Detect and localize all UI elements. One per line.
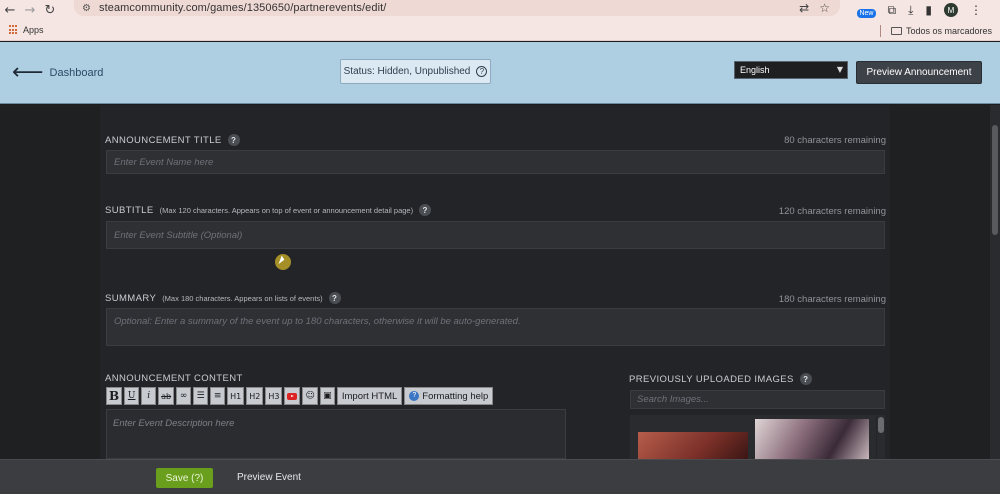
- action-footer: Save (?) Preview Event: [0, 459, 1000, 494]
- url-text[interactable]: steamcommunity.com/games/1350650/partner…: [99, 2, 386, 14]
- title-label: ANNOUNCEMENT TITLE ?: [105, 134, 240, 146]
- underline-button[interactable]: U: [124, 387, 140, 405]
- preview-event-button[interactable]: Preview Event: [237, 472, 301, 483]
- heading1-button[interactable]: H1: [227, 387, 245, 405]
- numbered-list-button[interactable]: ≡: [210, 387, 226, 405]
- strikethrough-button[interactable]: ab: [158, 387, 175, 405]
- italic-button[interactable]: i: [141, 387, 157, 405]
- title-label-text: ANNOUNCEMENT TITLE: [105, 134, 222, 146]
- status-badge: Status: Hidden, Unpublished ?: [340, 59, 491, 84]
- back-arrow-icon[interactable]: ←: [0, 1, 20, 19]
- content-label-text: ANNOUNCEMENT CONTENT: [105, 373, 243, 384]
- bookmark-star-icon[interactable]: ☆: [819, 1, 830, 15]
- side-panel-icon[interactable]: ▮: [925, 3, 932, 17]
- page-scrollbar[interactable]: [990, 105, 1000, 459]
- images-label: PREVIOUSLY UPLOADED IMAGES ?: [629, 373, 812, 385]
- title-remaining: 80 characters remaining: [784, 135, 886, 146]
- title-input[interactable]: Enter Event Name here: [106, 150, 885, 174]
- summary-note: (Max 180 characters. Appears on lists of…: [162, 293, 323, 303]
- emoticon-button[interactable]: ☺: [302, 387, 318, 405]
- browser-menu-icon[interactable]: ⋮: [970, 3, 982, 17]
- image-button[interactable]: ▣: [319, 387, 335, 405]
- images-scrollbar[interactable]: [877, 415, 885, 459]
- subtitle-remaining: 120 characters remaining: [778, 206, 886, 217]
- profile-avatar[interactable]: M: [944, 3, 958, 17]
- apps-grid-icon[interactable]: [9, 25, 19, 35]
- site-info-icon[interactable]: ⚙: [82, 3, 91, 14]
- link-button[interactable]: ∞: [176, 387, 192, 405]
- status-help-icon[interactable]: ?: [476, 66, 488, 77]
- bullet-list-button[interactable]: ☰: [193, 387, 209, 405]
- browser-actions: New ⧉ ⤓ ▮ M ⋮: [857, 0, 1000, 20]
- download-icon[interactable]: ⤓: [908, 3, 913, 18]
- images-help-icon[interactable]: ?: [799, 373, 812, 385]
- bookmark-separator: [879, 24, 881, 37]
- bold-button[interactable]: B: [106, 387, 123, 405]
- formatting-help-button[interactable]: ? Formatting help: [404, 387, 494, 405]
- youtube-icon: [287, 392, 298, 400]
- address-bar[interactable]: ⚙ steamcommunity.com/games/1350650/partn…: [74, 0, 840, 16]
- reload-icon[interactable]: ↻: [40, 1, 60, 19]
- image-icon: ▣: [323, 391, 332, 401]
- summary-label: SUMMARY (Max 180 characters. Appears on …: [105, 292, 341, 304]
- subtitle-note: (Max 120 characters. Appears on top of e…: [159, 205, 414, 215]
- translate-icon[interactable]: ⇄: [799, 1, 809, 15]
- apps-bookmark[interactable]: Apps: [23, 25, 44, 35]
- summary-textarea[interactable]: Optional: Enter a summary of the event u…: [106, 308, 885, 346]
- image-search-input[interactable]: Search Images...: [630, 390, 885, 409]
- back-arrow-icon: ⟵: [12, 60, 44, 85]
- subtitle-help-icon[interactable]: ?: [419, 204, 432, 216]
- heading3-button[interactable]: H3: [265, 387, 283, 405]
- title-help-icon[interactable]: ?: [227, 134, 240, 146]
- description-editor[interactable]: Enter Event Description here: [106, 409, 566, 459]
- bullet-list-icon: ☰: [196, 391, 205, 401]
- smiley-icon: ☺: [305, 391, 315, 401]
- subtitle-label: SUBTITLE (Max 120 characters. Appears on…: [105, 204, 432, 216]
- content-label: ANNOUNCEMENT CONTENT: [105, 373, 243, 384]
- bookmarks-bar: Apps Todos os marcadores: [0, 20, 1000, 41]
- uploaded-image-thumbnail[interactable]: [638, 432, 748, 459]
- help-globe-icon: ?: [409, 391, 420, 401]
- numbered-list-icon: ≡: [213, 391, 222, 401]
- youtube-button[interactable]: [284, 387, 301, 405]
- extensions-puzzle-icon[interactable]: ⧉: [888, 3, 897, 18]
- formatting-toolbar: B U i ab ∞ ☰ ≡ H1 H2 H3 ☺ ▣ Import HTML …: [106, 387, 494, 405]
- subtitle-label-text: SUBTITLE: [105, 204, 154, 216]
- status-text: Status: Hidden, Unpublished: [343, 66, 471, 77]
- language-select[interactable]: English ▼: [734, 61, 848, 79]
- import-html-button[interactable]: Import HTML: [336, 387, 403, 405]
- images-scrollbar-thumb[interactable]: [878, 417, 884, 433]
- summary-label-text: SUMMARY: [105, 292, 157, 304]
- preview-announcement-button[interactable]: Preview Announcement: [856, 61, 982, 84]
- forward-arrow-icon[interactable]: →: [20, 1, 40, 19]
- page-scrollbar-thumb[interactable]: [992, 125, 998, 235]
- uploaded-images-grid: [630, 415, 876, 459]
- all-bookmarks-folder[interactable]: Todos os marcadores: [906, 26, 992, 36]
- heading2-button[interactable]: H2: [246, 387, 264, 405]
- extension-new-badge[interactable]: New: [857, 8, 876, 18]
- subtitle-input[interactable]: Enter Event Subtitle (Optional): [106, 221, 885, 249]
- dashboard-link-label: Dashboard: [49, 67, 104, 79]
- dashboard-back-link[interactable]: ⟵ Dashboard: [12, 62, 103, 84]
- images-label-text: PREVIOUSLY UPLOADED IMAGES: [629, 373, 794, 385]
- save-button[interactable]: Save (?): [156, 468, 213, 488]
- folder-icon: [890, 26, 902, 35]
- chevron-down-icon: ▼: [836, 65, 843, 74]
- language-selected-value: English: [740, 65, 770, 75]
- summary-remaining: 180 characters remaining: [778, 294, 886, 305]
- summary-help-icon[interactable]: ?: [328, 292, 341, 304]
- formatting-help-label: Formatting help: [422, 390, 489, 402]
- uploaded-image-thumbnail[interactable]: [755, 419, 869, 459]
- page-header: ⟵ Dashboard Status: Hidden, Unpublished …: [0, 42, 1000, 104]
